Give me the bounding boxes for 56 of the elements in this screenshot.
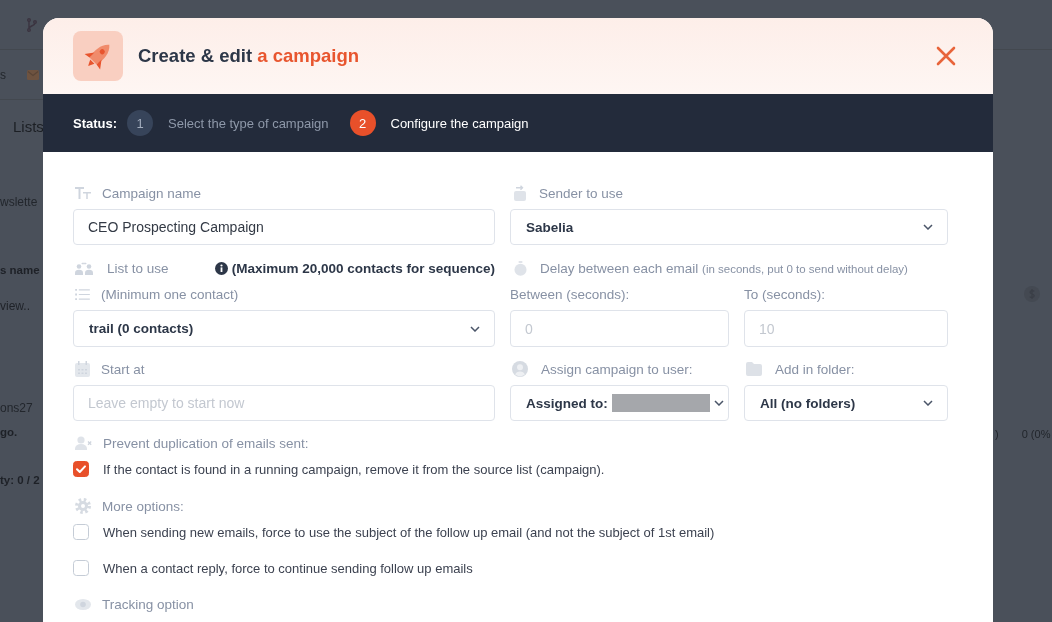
branch-icon[interactable] (27, 17, 37, 32)
calendar-icon (75, 361, 90, 377)
step-number: 1 (127, 110, 154, 136)
date-input[interactable]: Leave empty to start now (73, 385, 495, 421)
field-label: List to use (107, 260, 169, 276)
limit-note: (Maximum 20,000 contacts for sequence) (231, 260, 495, 276)
chevron-down-icon (713, 400, 724, 406)
text-input[interactable]: CEO Prospecting Campaign (73, 209, 495, 245)
folder-icon (746, 362, 762, 376)
close-icon (936, 46, 956, 66)
field-label: Campaign name (102, 185, 202, 201)
field-label: (Minimum one contact) (101, 286, 239, 302)
users-icon (75, 261, 93, 275)
number-input[interactable]: 0 (510, 310, 729, 347)
section-label: Prevent duplication of emails sent: (103, 435, 309, 451)
select-field[interactable]: Sabelia (510, 209, 948, 245)
select-field[interactable]: trail (0 contacts) (73, 310, 495, 347)
step-number: 2 (349, 110, 376, 136)
number-input[interactable]: 10 (744, 310, 948, 347)
envelope-icon (27, 69, 39, 80)
user-avatar-icon (512, 361, 528, 377)
stopwatch-icon (514, 260, 527, 276)
checkbox[interactable] (73, 524, 89, 540)
close-button[interactable] (936, 46, 956, 66)
field-label: Between (seconds): (510, 286, 630, 302)
field-label: To (seconds): (744, 286, 826, 302)
dialog-title: Create & edit a campaign (138, 45, 360, 67)
checkbox[interactable] (73, 461, 89, 477)
option-label: When sending new emails, force to use the subject of the follow up email (and not the subject of 1st email) (103, 524, 715, 540)
chevron-down-icon (923, 224, 933, 230)
option-label: When a contact reply, force to continue sending follow up emails (103, 560, 473, 576)
chevron-down-icon (923, 400, 933, 406)
rocket-icon (73, 31, 123, 81)
status-label: Status: (73, 115, 118, 131)
gear-icon (75, 498, 91, 514)
step-label: Select the type of campaign (168, 115, 329, 131)
field-label: Start at (101, 361, 145, 377)
select-field[interactable]: Assigned to: (510, 385, 729, 421)
step-label: Configure the campaign (390, 115, 529, 131)
checkbox[interactable] (73, 560, 89, 576)
field-label: Delay between each email (in seconds, put 0 to send without delay) (540, 260, 908, 276)
user-remove-icon (75, 436, 92, 450)
chevron-down-icon (470, 325, 480, 332)
field-label: Add in folder: (775, 361, 855, 377)
page-text: ) (995, 428, 999, 440)
info-icon (214, 261, 228, 275)
section-label: More options: (102, 498, 184, 514)
option-label: If the contact is found in a running campaign, remove it from the source list (campaign). (103, 461, 605, 477)
list-icon (75, 288, 90, 300)
text-size-icon (75, 187, 91, 199)
eye-icon (75, 598, 91, 610)
field-label: Sender to use (539, 185, 624, 201)
field-label: Assign campaign to user: (541, 361, 693, 377)
select-field[interactable]: All (no folders) (744, 385, 948, 421)
section-label: Tracking option (102, 596, 194, 612)
envelope-arrow-icon (514, 185, 526, 201)
